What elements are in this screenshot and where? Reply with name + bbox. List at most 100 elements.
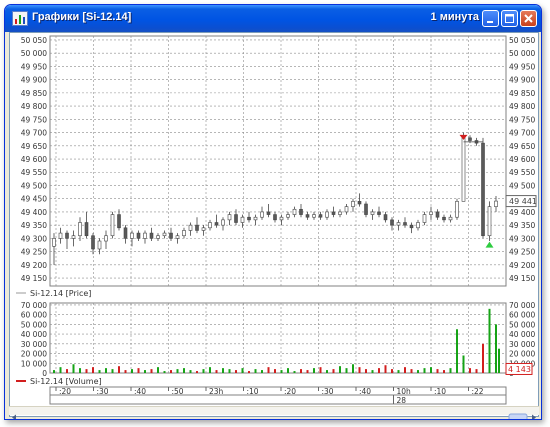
volume-bar — [222, 368, 224, 373]
volume-bar — [124, 370, 127, 373]
volume-tick-left: 50 000 — [21, 320, 47, 329]
volume-bar — [391, 369, 393, 373]
candle — [247, 216, 251, 221]
price-tick-left: 50 050 — [21, 36, 47, 45]
candle — [435, 211, 440, 218]
price-tick-left: 49 900 — [21, 76, 47, 85]
candle — [325, 211, 329, 218]
minimize-button[interactable] — [482, 10, 499, 27]
volume-bar — [462, 355, 465, 373]
price-tick-left: 49 500 — [21, 181, 47, 190]
volume-bar — [215, 370, 218, 373]
window-title: Графики [Si-12.14] — [32, 11, 132, 23]
price-tick-left: 49 800 — [21, 102, 47, 111]
candle — [383, 214, 388, 221]
volume-tick-left: 70 000 — [21, 301, 47, 310]
price-tick-right: 49 500 — [509, 181, 535, 190]
volume-bar — [319, 367, 322, 373]
chart-area[interactable]: 50 050 50 050 50 000 50 000 49 950 49 950 49 9… — [9, 32, 539, 417]
close-button[interactable] — [520, 10, 537, 27]
volume-legend: Si-12.14 [Volume] — [30, 377, 102, 386]
candle — [188, 224, 193, 231]
volume-bar — [111, 369, 114, 373]
price-tick-right: 49 650 — [509, 142, 535, 151]
price-panel[interactable] — [49, 35, 507, 287]
price-tick-right: 49 600 — [509, 155, 535, 164]
time-tick-label: :10 — [247, 387, 259, 396]
volume-bar — [417, 370, 419, 373]
last-volume-label: 4 143 — [508, 365, 531, 374]
volume-bar — [98, 370, 101, 373]
volume-bar — [118, 366, 120, 373]
volume-bar — [339, 366, 341, 373]
price-tick-left: 49 650 — [21, 142, 47, 151]
volume-bar — [137, 368, 140, 373]
time-tick-label: :20 — [59, 387, 71, 396]
candle — [461, 137, 466, 202]
last-price-label: 49 441 — [509, 197, 537, 206]
volume-bar — [482, 343, 484, 373]
price-tick-left: 49 400 — [21, 208, 47, 217]
candle — [364, 203, 368, 215]
title-bar[interactable]: Графики [Si-12.14] 1 минута — [5, 5, 541, 32]
volume-bar — [410, 369, 413, 373]
candle — [58, 232, 63, 239]
candle — [344, 206, 349, 213]
price-tick-left: 49 950 — [21, 62, 47, 71]
volume-bar — [274, 369, 276, 373]
volume-bar — [72, 364, 75, 373]
candle — [52, 238, 56, 247]
volume-bar — [436, 369, 439, 373]
volume-bar — [267, 367, 270, 373]
candle — [409, 224, 414, 229]
price-tick-left: 49 550 — [21, 168, 47, 177]
candle — [201, 227, 206, 231]
scroll-left-icon[interactable] — [12, 414, 16, 421]
volume-bar — [475, 369, 478, 373]
candle — [110, 214, 115, 237]
volume-bar — [443, 370, 445, 373]
price-tick-right: 49 300 — [509, 234, 535, 243]
candle — [240, 216, 245, 223]
volume-bar — [176, 369, 179, 373]
horizontal-scrollbar[interactable] — [9, 406, 539, 419]
chart-window-icon — [12, 11, 28, 26]
candle — [208, 222, 212, 229]
interval-label[interactable]: 1 минута — [431, 11, 479, 23]
volume-bar — [469, 368, 471, 373]
candle — [377, 211, 381, 215]
chart-canvas[interactable]: 50 050 50 050 50 000 50 000 49 950 49 950 49 9… — [10, 33, 538, 405]
volume-bar — [495, 324, 497, 373]
volume-bar — [59, 367, 62, 373]
candle — [65, 232, 69, 239]
price-tick-left: 49 700 — [21, 129, 47, 138]
price-tick-right: 50 000 — [509, 49, 535, 58]
candle — [468, 137, 472, 141]
price-tick-right: 49 850 — [509, 89, 535, 98]
volume-bar — [131, 369, 133, 373]
candle — [312, 214, 316, 218]
candle — [481, 142, 485, 237]
volume-tick-left: 10 000 — [21, 359, 47, 368]
candle — [422, 214, 427, 223]
volume-bar — [397, 370, 400, 373]
maximize-button[interactable] — [501, 10, 518, 27]
price-legend: Si-12.14 [Price] — [30, 289, 91, 298]
price-tick-right: 49 150 — [509, 274, 535, 283]
close-icon — [524, 14, 533, 23]
time-tick-label: :30 — [322, 387, 334, 396]
time-tick-label: :22 — [472, 387, 484, 396]
candle — [429, 211, 433, 215]
volume-bar — [189, 370, 192, 373]
volume-bar — [235, 370, 237, 373]
volume-panel[interactable] — [49, 302, 507, 374]
volume-tick-left: 30 000 — [21, 340, 47, 349]
scroll-thumb[interactable] — [508, 413, 528, 420]
candle — [338, 211, 342, 215]
candle — [286, 214, 290, 218]
volume-bar — [53, 370, 55, 373]
price-tick-left: 49 250 — [21, 248, 47, 257]
volume-bar — [209, 367, 211, 373]
price-tick-right: 49 950 — [509, 62, 535, 71]
scroll-right-icon[interactable] — [532, 414, 536, 421]
